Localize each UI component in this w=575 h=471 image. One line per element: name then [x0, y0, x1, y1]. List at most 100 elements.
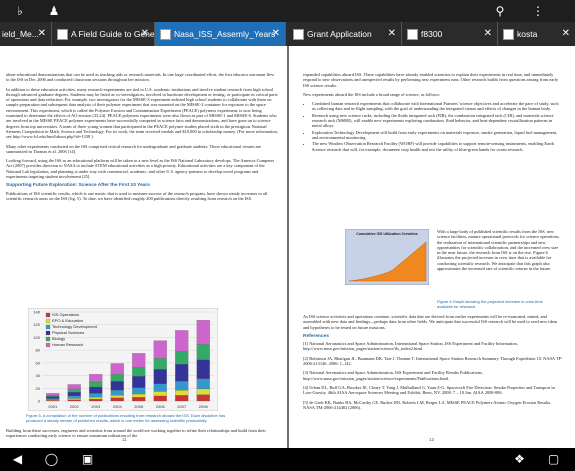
- close-icon[interactable]: ✕: [562, 22, 570, 46]
- legend-swatch: [45, 318, 51, 324]
- bar-segment: [175, 395, 189, 402]
- x-tick-label: 2001: [48, 404, 58, 409]
- tab-item[interactable]: Grant Application ✕: [288, 22, 402, 46]
- list-item: Exploration Technology Development will …: [312, 130, 563, 141]
- legend-swatch: [45, 324, 51, 330]
- page-number: 12: [429, 437, 435, 442]
- reference: [3] National Aeronautics and Space Admin…: [303, 370, 483, 381]
- bar-segment: [46, 395, 60, 397]
- bar-segment: [89, 374, 103, 383]
- right-text-top: expanded capabilities aboard ISS. These …: [303, 72, 563, 153]
- tab-item[interactable]: kosta ✕: [498, 22, 575, 46]
- bar-segment: [196, 359, 210, 379]
- bluetooth-icon[interactable]: ♭: [12, 3, 28, 19]
- bar-segment: [153, 340, 167, 359]
- document-icon: [407, 29, 418, 41]
- close-icon[interactable]: ✕: [141, 22, 149, 46]
- left-text-bottom: Building from these successes, engineers…: [6, 428, 278, 443]
- bar-segment: [110, 381, 124, 391]
- bar-segment: [110, 390, 124, 396]
- legend-swatch: [45, 336, 51, 342]
- bar-segment: [175, 364, 189, 382]
- user-add-icon[interactable]: ♟: [46, 3, 62, 19]
- paragraph: As ISS science activities and operations…: [303, 314, 558, 330]
- screenshot-icon[interactable]: ▢: [546, 452, 561, 467]
- bar-segment: [132, 367, 146, 377]
- bar-segment: [132, 397, 146, 402]
- close-icon[interactable]: ✕: [38, 22, 46, 46]
- bar-segment: [67, 391, 81, 397]
- app-toolbar: ♭ ♟ ⚲ ⋮: [0, 0, 575, 22]
- home-icon[interactable]: ◯: [44, 452, 59, 467]
- tab-label: Grant Application: [307, 29, 372, 39]
- x-tick-label: 2007: [177, 404, 187, 409]
- tab-item[interactable]: A Field Guide to Genet... ✕: [52, 22, 155, 46]
- paragraph: alone educational demonstrations that ca…: [6, 72, 275, 83]
- list-item: Research using new science racks, includ…: [312, 113, 563, 129]
- legend-swatch: [45, 342, 51, 348]
- windows-icon[interactable]: ❖: [512, 452, 527, 467]
- back-icon[interactable]: ◀: [10, 452, 25, 467]
- figure-5-caption: Figure 5. A compilation of the number of…: [26, 413, 226, 423]
- bar-segment: [175, 351, 189, 365]
- tab-label: Nasa_ISS_Assemly_Years: [174, 29, 276, 39]
- bar-segment: [196, 320, 210, 345]
- close-icon[interactable]: ✕: [388, 22, 396, 46]
- references-heading: References: [303, 333, 329, 339]
- crewtime-area-chart: Cumulative ISS Utilization Crewtime: [345, 229, 429, 285]
- close-icon[interactable]: ✕: [272, 22, 280, 46]
- y-tick-label: 100: [33, 335, 40, 340]
- legend-label: Biology: [52, 336, 65, 341]
- bar-segment: [132, 376, 146, 388]
- bar-segment: [110, 374, 124, 382]
- paragraph: Looking forward, using the ISS as an edu…: [6, 158, 275, 180]
- tab-item[interactable]: ield_Me... ✕: [0, 22, 52, 46]
- bar-segment: [153, 391, 167, 397]
- x-tick-label: 2002: [70, 404, 80, 409]
- legend-label: ISS Operations: [52, 312, 79, 317]
- tab-bar: ield_Me... ✕ A Field Guide to Genet... ✕…: [0, 22, 575, 46]
- paragraph: Building from these successes, engineers…: [6, 428, 266, 439]
- document-icon: [293, 29, 304, 41]
- x-tick-label: 2008: [199, 404, 209, 409]
- bar-segment: [67, 399, 81, 402]
- document-viewer[interactable]: alone educational demonstrations that ca…: [0, 46, 575, 448]
- page-number: 11: [122, 437, 127, 442]
- reference: [4] Urban DL, Ruff GA, Brooker JE, Clear…: [303, 384, 555, 396]
- bar-segment: [153, 383, 167, 392]
- y-tick-label: 140: [33, 310, 40, 315]
- page-right: expanded capabilities aboard ISS. These …: [289, 46, 575, 448]
- y-tick-label: 120: [33, 322, 40, 327]
- search-icon[interactable]: ⚲: [492, 3, 508, 19]
- x-tick-label: 2006: [156, 404, 166, 409]
- paragraph: Many other experiments conducted on the …: [6, 143, 262, 154]
- y-tick-label: 60: [36, 360, 41, 365]
- bar-segment: [67, 384, 81, 390]
- reference: [2] Robinson JA, Rhatigan JL, Baumann DK…: [303, 355, 563, 367]
- bullet-list: Combined human research experiments that…: [303, 101, 563, 152]
- tab-label: f8300: [421, 29, 443, 39]
- tab-item[interactable]: Nasa_ISS_Assemly_Years ✕: [155, 22, 286, 46]
- bar-segment: [196, 378, 210, 390]
- tab-item[interactable]: f8300 ✕: [402, 22, 498, 46]
- bar-segment: [67, 388, 81, 393]
- x-tick-label: 2003: [91, 404, 101, 409]
- legend-label: Human Research: [52, 342, 83, 347]
- recents-icon[interactable]: ▣: [80, 452, 95, 467]
- bar-segment: [196, 394, 210, 402]
- more-icon[interactable]: ⋮: [530, 3, 546, 19]
- figure-6-caption: Figure 6 Graph showing the projected inc…: [437, 299, 543, 309]
- system-navigation-bar: ◀ ◯ ▣ ❖ ▢: [0, 448, 575, 471]
- right-text-bottom: As ISS science activities and operations…: [303, 314, 563, 414]
- paragraph: Publications of ISS scientific results, …: [6, 190, 268, 201]
- bar-segment: [46, 398, 60, 400]
- app-window: ♭ ♟ ⚲ ⋮ ield_Me... ✕ A Field Guide to Ge…: [0, 0, 575, 471]
- x-tick-label: 2004: [113, 404, 123, 409]
- chart-title: Cumulative ISS Utilization Crewtime: [356, 232, 418, 236]
- bar-segment: [153, 395, 167, 402]
- document-icon: [57, 29, 68, 41]
- legend-label: Technology Development: [52, 324, 98, 329]
- tab-label: kosta: [517, 29, 538, 39]
- bar-segment: [175, 330, 189, 352]
- close-icon[interactable]: ✕: [484, 22, 492, 46]
